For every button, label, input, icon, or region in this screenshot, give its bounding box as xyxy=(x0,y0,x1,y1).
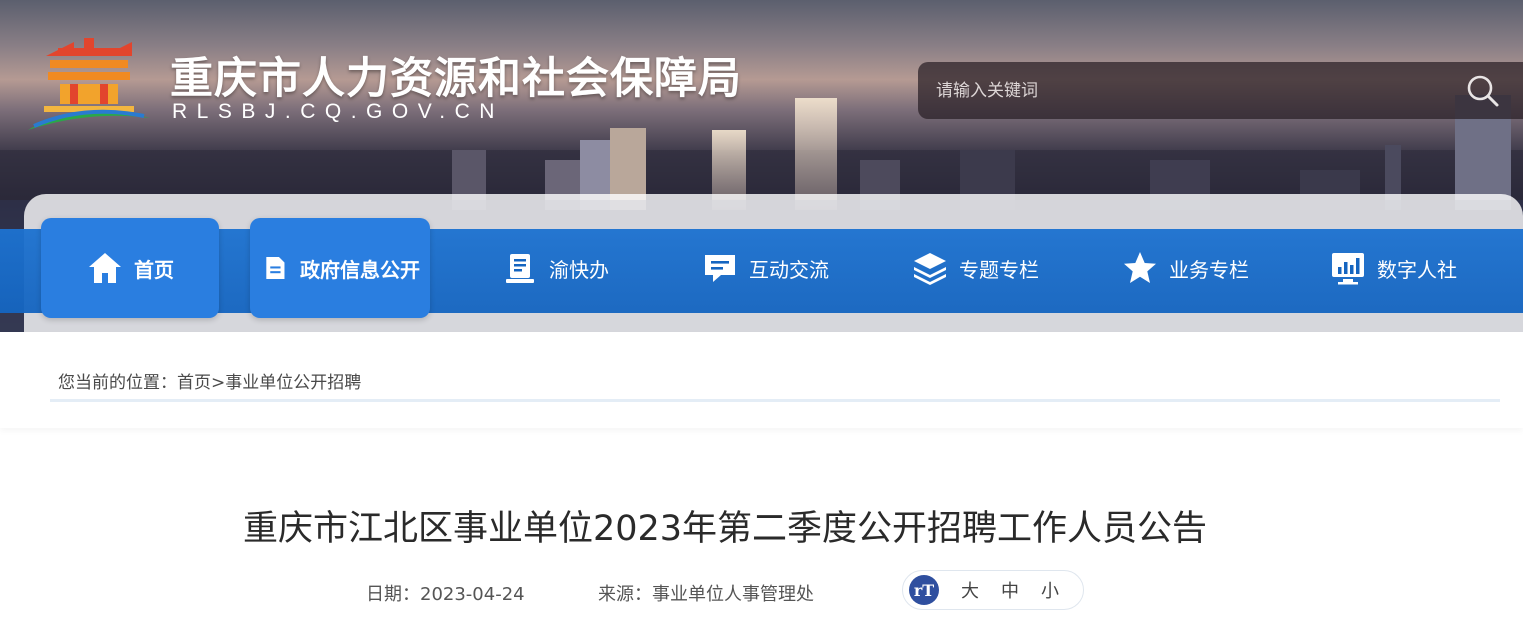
nav-item-label: 业务专栏 xyxy=(1169,257,1249,282)
font-size-small-button[interactable]: 小 xyxy=(1041,577,1059,603)
font-size-medium-button[interactable]: 中 xyxy=(1001,577,1019,603)
source-value: 事业单位人事管理处 xyxy=(652,584,814,605)
chat-icon xyxy=(701,249,739,287)
service-icon xyxy=(501,249,539,287)
monitor-chart-icon xyxy=(1329,249,1367,287)
home-icon xyxy=(86,249,124,287)
bureau-logo xyxy=(28,38,150,130)
font-size-icon: rT xyxy=(909,575,939,605)
article-source: 来源：事业单位人事管理处 xyxy=(598,580,814,606)
nav-item-label: 渝快办 xyxy=(549,257,609,282)
article-title: 重庆市江北区事业单位2023年第二季度公开招聘工作人员公告 xyxy=(242,509,1208,549)
nav-item-label: 互动交流 xyxy=(749,257,829,282)
source-label: 来源： xyxy=(598,584,652,605)
nav-item-home[interactable]: 首页 xyxy=(41,218,219,318)
layers-icon xyxy=(911,249,949,287)
nav-item-yukuaiban[interactable]: 渝快办 xyxy=(490,218,620,318)
nav-item-label: 专题专栏 xyxy=(959,257,1039,282)
date-label: 日期： xyxy=(366,584,420,605)
nav-item-interaction[interactable]: 互动交流 xyxy=(690,218,840,318)
breadcrumb-link-current[interactable]: 事业单位公开招聘 xyxy=(225,373,361,393)
article-date: 日期：2023-04-24 xyxy=(366,580,525,606)
nav-item-special-topics[interactable]: 专题专栏 xyxy=(900,218,1050,318)
date-value: 2023-04-24 xyxy=(420,584,525,605)
search-input[interactable] xyxy=(936,78,1456,104)
breadcrumb-prefix: 您当前的位置： xyxy=(58,373,177,393)
search-bar xyxy=(918,62,1523,119)
site-title: 重庆市人力资源和社会保障局 xyxy=(170,54,742,104)
font-size-control: rT 大 中 小 xyxy=(902,570,1084,610)
site-domain: RLSBJ.CQ.GOV.CN xyxy=(172,100,504,123)
nav-item-business[interactable]: 业务专栏 xyxy=(1110,218,1260,318)
breadcrumb-link-home[interactable]: 首页 xyxy=(177,373,211,393)
star-icon xyxy=(1121,249,1159,287)
nav-item-label: 首页 xyxy=(134,257,174,282)
breadcrumb-separator: > xyxy=(211,373,226,393)
search-icon[interactable] xyxy=(1466,74,1500,108)
nav-item-label: 政府信息公开 xyxy=(300,257,420,282)
document-icon xyxy=(260,249,290,287)
nav-item-gov-info[interactable]: 政府信息公开 xyxy=(250,218,430,318)
font-size-large-button[interactable]: 大 xyxy=(961,577,979,603)
breadcrumb: 您当前的位置：首页>事业单位公开招聘 xyxy=(58,368,361,393)
nav-item-digital-hr[interactable]: 数字人社 xyxy=(1318,218,1468,318)
breadcrumb-divider xyxy=(50,399,1500,402)
nav-item-label: 数字人社 xyxy=(1377,257,1457,282)
